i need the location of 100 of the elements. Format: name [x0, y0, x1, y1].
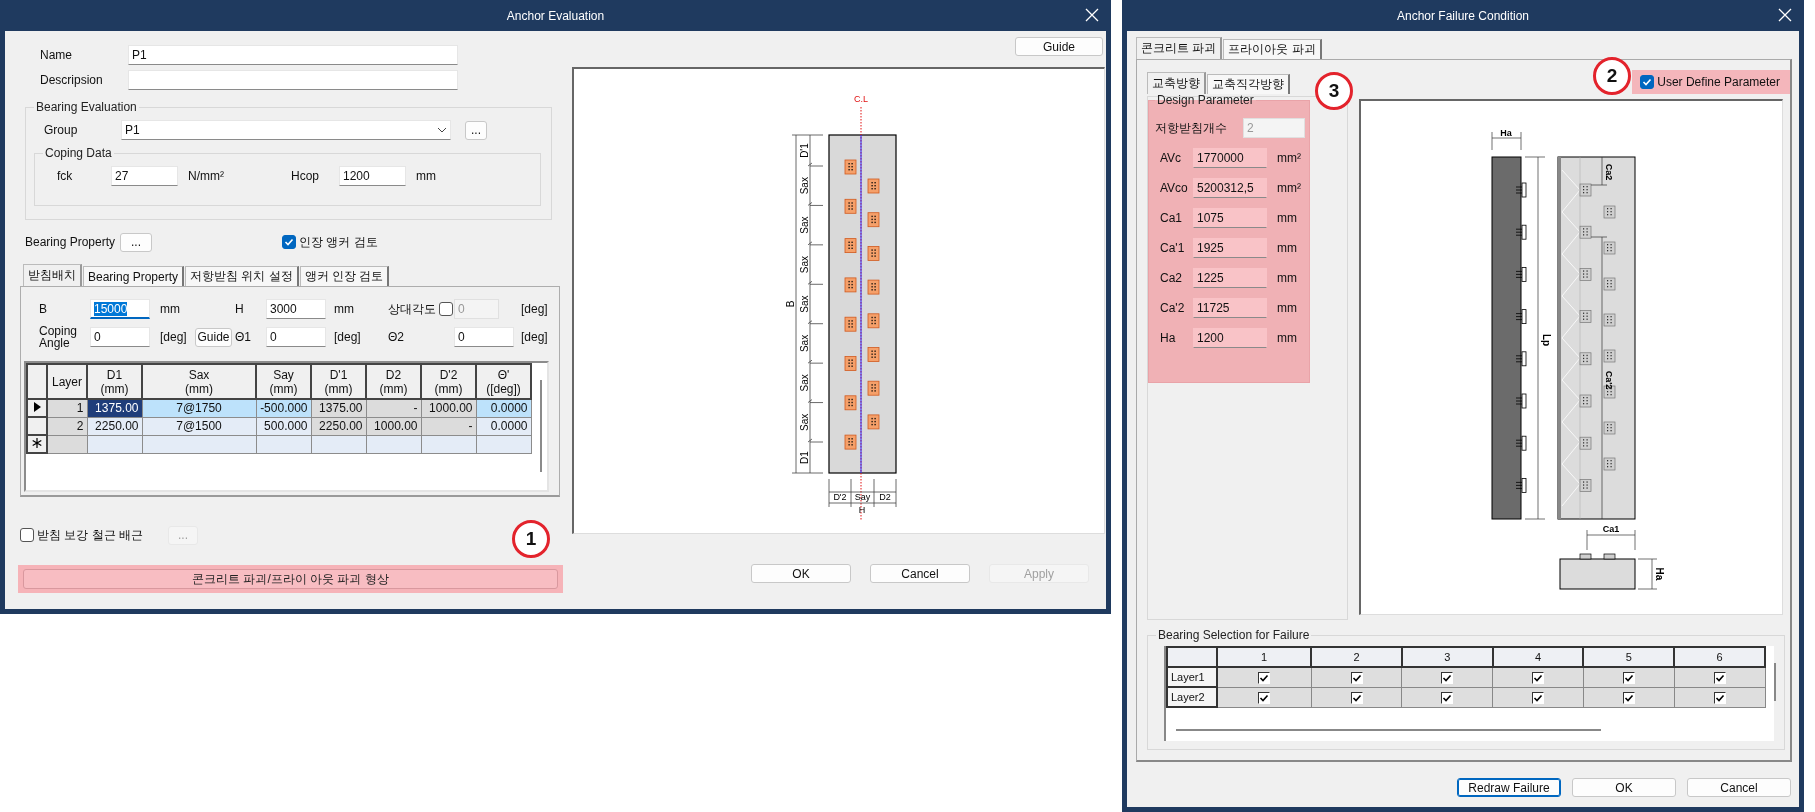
dialog-button[interactable]: Cancel: [870, 564, 970, 583]
dimension-label: Ha: [1654, 567, 1666, 581]
value-field[interactable]: 0: [90, 327, 150, 347]
triangle-right-icon: [33, 402, 41, 412]
checkmark-icon: [1259, 692, 1270, 703]
dimension-label: H: [858, 505, 866, 515]
unit-label: mm: [1277, 301, 1297, 315]
value-field[interactable]: 1770000: [1193, 148, 1267, 168]
name-field[interactable]: P1: [128, 45, 458, 65]
unit-label: [deg]: [334, 330, 361, 344]
checkbox[interactable]: [1258, 691, 1271, 704]
dimension-label: Say: [854, 492, 871, 502]
checkbox[interactable]: [1532, 671, 1545, 684]
callout-number: 3: [1315, 72, 1353, 110]
tab[interactable]: 콘크리트 파괴: [1136, 37, 1223, 59]
value-field[interactable]: 5200312,5: [1193, 178, 1267, 198]
value-field[interactable]: 1200: [339, 166, 406, 186]
column-header: 1: [1217, 647, 1312, 667]
column-header: Layer: [47, 364, 87, 399]
guide-button[interactable]: Guide: [1015, 37, 1103, 56]
field-label: Group: [43, 123, 79, 137]
checkbox[interactable]: [1350, 671, 1363, 684]
failure-shape-button[interactable]: 콘크리트 파괴/프라이 아웃 파괴 형상: [23, 569, 558, 589]
dimension-label: Ha: [1500, 128, 1512, 138]
value-field[interactable]: 3000: [266, 299, 326, 319]
dimension-label: D2: [879, 492, 891, 502]
column-header: 2: [1311, 647, 1402, 667]
description-field[interactable]: [128, 70, 458, 90]
dimension-label: D1: [798, 451, 810, 464]
field-label: AVco: [1159, 181, 1189, 195]
centerline-label: C.L: [854, 94, 868, 104]
field-label: Hcop: [291, 169, 320, 183]
field-label: fck: [56, 169, 74, 183]
checkbox[interactable]: [1532, 691, 1545, 704]
checkbox[interactable]: [1441, 671, 1454, 684]
value-field[interactable]: 11725: [1193, 298, 1267, 318]
field-label: Ca'2: [1159, 301, 1186, 315]
dimension-label: Sax: [798, 255, 810, 274]
dimension-label: Ca'2: [1603, 370, 1614, 390]
checkbox[interactable]: [1258, 671, 1271, 684]
column-header: D1 (mm): [87, 364, 142, 399]
close-button[interactable]: [1778, 8, 1794, 24]
checkbox[interactable]: [439, 302, 453, 316]
dimension-label: Sax: [798, 334, 810, 353]
dimension-label: B: [784, 300, 796, 308]
group-dropdown[interactable]: P1: [121, 120, 451, 140]
field-label: Ha: [1159, 331, 1177, 345]
checkbox[interactable]: [282, 235, 296, 249]
guide-button[interactable]: Guide: [195, 327, 232, 347]
unit-label: mm: [1277, 241, 1297, 255]
tab[interactable]: 교축직각방향: [1207, 74, 1290, 94]
column-header: Sax (mm): [142, 364, 256, 399]
field-label: Ca'1: [1159, 241, 1186, 255]
column-header: D'2 (mm): [421, 364, 476, 399]
value-field[interactable]: 1925: [1193, 238, 1267, 258]
checkbox[interactable]: [1350, 691, 1363, 704]
field-label: Ca1: [1159, 211, 1183, 225]
value-field[interactable]: 1200: [1193, 328, 1267, 348]
field-label: B: [39, 302, 47, 316]
dimension-label: D'2: [833, 492, 847, 502]
value-field[interactable]: 1225: [1193, 268, 1267, 288]
checkbox[interactable]: [1713, 691, 1726, 704]
checkmark-icon: [1442, 692, 1453, 703]
unit-label: [deg]: [160, 330, 187, 344]
tab[interactable]: 교축방향: [1147, 72, 1206, 94]
checkbox[interactable]: [1622, 671, 1635, 684]
unit-label: mm: [1277, 331, 1297, 345]
dimension-label: Ca2: [1603, 163, 1614, 181]
tab[interactable]: 프라이아웃 파괴: [1223, 39, 1322, 59]
checkbox[interactable]: [1713, 671, 1726, 684]
close-button[interactable]: [1085, 8, 1101, 24]
value-field[interactable]: 15000: [90, 299, 150, 319]
checkmark-icon: [1714, 672, 1725, 683]
row-header: Layer2: [1167, 687, 1217, 707]
value-field[interactable]: 0: [266, 327, 326, 347]
checkbox[interactable]: [1640, 75, 1655, 89]
value-field[interactable]: 1075: [1193, 208, 1267, 228]
tab[interactable]: Bearing Property: [83, 266, 185, 286]
field-label: 저항받침개수: [1154, 119, 1228, 137]
dimension-label: Sax: [798, 216, 810, 234]
browse-button[interactable]: ...: [120, 232, 152, 252]
checkbox[interactable]: [1441, 691, 1454, 704]
tab[interactable]: 받침배치: [23, 264, 82, 286]
value-field[interactable]: 0: [454, 327, 514, 347]
tab[interactable]: 앵커 인장 검토: [299, 266, 390, 286]
value-field[interactable]: 27: [111, 166, 178, 186]
dialog-button[interactable]: OK: [1572, 778, 1676, 797]
dialog-button[interactable]: OK: [751, 564, 851, 583]
checkbox[interactable]: [1622, 691, 1635, 704]
column-header: 4: [1492, 647, 1584, 667]
checkbox[interactable]: [20, 528, 34, 542]
column-header: 3: [1402, 647, 1493, 667]
browse-button[interactable]: ...: [465, 120, 487, 140]
checkbox-label: 받침 보강 철근 배근: [37, 526, 143, 544]
dialog-button[interactable]: Redraw Failure: [1457, 778, 1561, 797]
group-legend: Coping Data: [43, 146, 114, 160]
tab[interactable]: 저항받침 위치 설정: [185, 266, 299, 286]
dialog-button[interactable]: Cancel: [1687, 778, 1791, 797]
checkmark-icon: [1259, 672, 1270, 683]
dimension-label: D'1: [798, 143, 810, 158]
